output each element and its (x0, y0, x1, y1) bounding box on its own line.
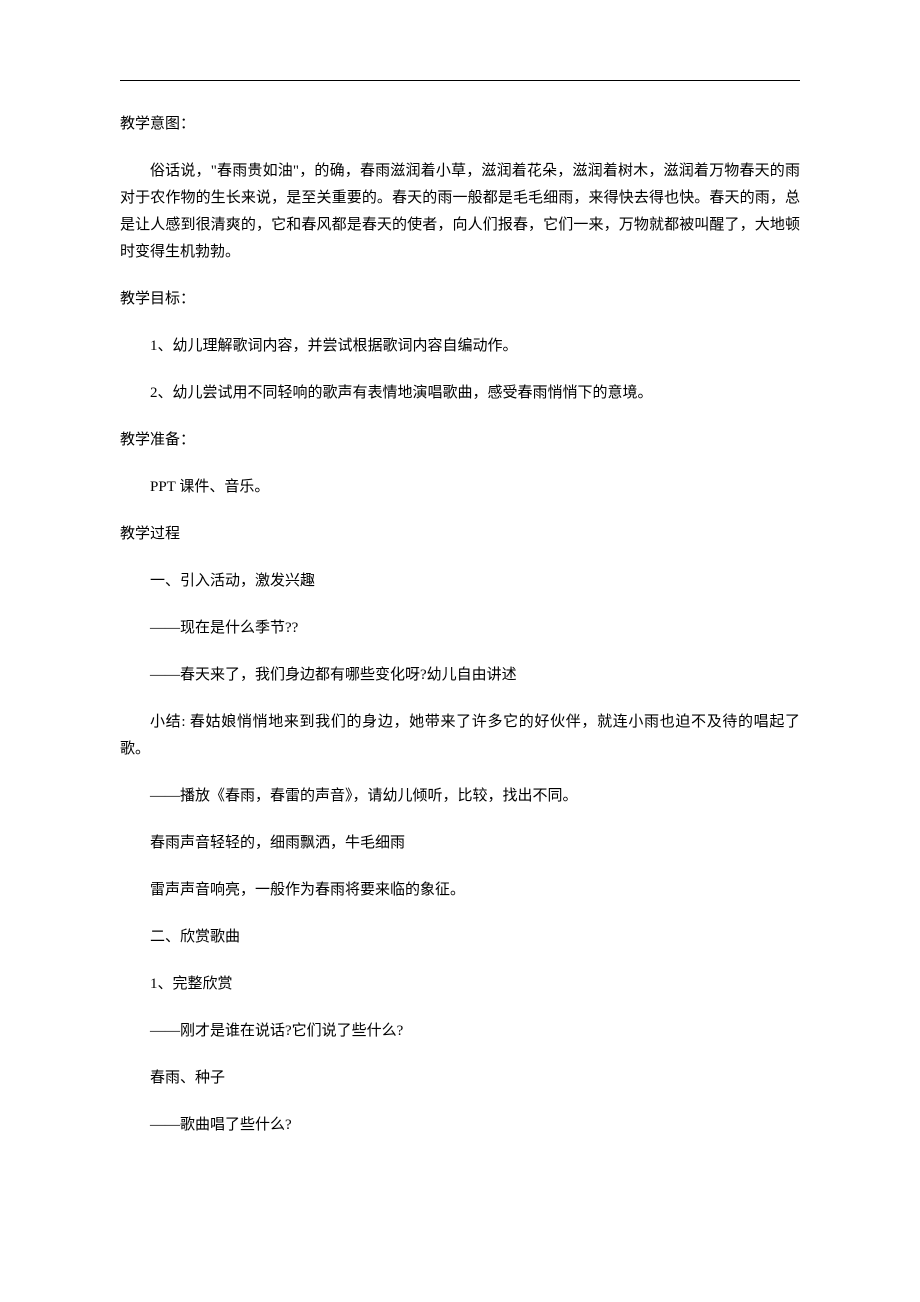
process-s1-title: 一、引入活动，激发兴趣 (120, 568, 800, 595)
document-page: 教学意图： 俗话说，"春雨贵如油"，的确，春雨滋润着小草，滋润着花朵，滋润着树木… (0, 0, 920, 1219)
process-s2-q2: ——歌曲唱了些什么? (120, 1112, 800, 1139)
process-s2-item1: 1、完整欣赏 (120, 971, 800, 998)
process-s1-q1: ——现在是什么季节?? (120, 615, 800, 642)
process-s1-thunder: 雷声声音响亮，一般作为春雨将要来临的象征。 (120, 877, 800, 904)
goal-item-2: 2、幼儿尝试用不同轻响的歌声有表情地演唱歌曲，感受春雨悄悄下的意境。 (120, 380, 800, 407)
process-s1-q2: ——春天来了，我们身边都有哪些变化呀?幼儿自由讲述 (120, 662, 800, 689)
heading-prep: 教学准备： (120, 427, 800, 454)
heading-process: 教学过程 (120, 521, 800, 548)
process-s2-q1: ——刚才是谁在说话?它们说了些什么? (120, 1018, 800, 1045)
process-s1-rain: 春雨声音轻轻的，细雨飘洒，牛毛细雨 (120, 830, 800, 857)
heading-intent: 教学意图： (120, 111, 800, 138)
process-s1-play: ——播放《春雨，春雷的声音》，请幼儿倾听，比较，找出不同。 (120, 783, 800, 810)
process-s2-title: 二、欣赏歌曲 (120, 924, 800, 951)
heading-goals: 教学目标： (120, 286, 800, 313)
process-s2-ans: 春雨、种子 (120, 1065, 800, 1092)
paragraph-intent-body: 俗话说，"春雨贵如油"，的确，春雨滋润着小草，滋润着花朵，滋润着树木，滋润着万物… (120, 158, 800, 266)
goal-item-1: 1、幼儿理解歌词内容，并尝试根据歌词内容自编动作。 (120, 333, 800, 360)
process-s1-summary: 小结: 春姑娘悄悄地来到我们的身边，她带来了许多它的好伙伴，就连小雨也迫不及待的… (120, 709, 800, 763)
horizontal-rule (120, 80, 800, 81)
prep-body: PPT 课件、音乐。 (120, 474, 800, 501)
